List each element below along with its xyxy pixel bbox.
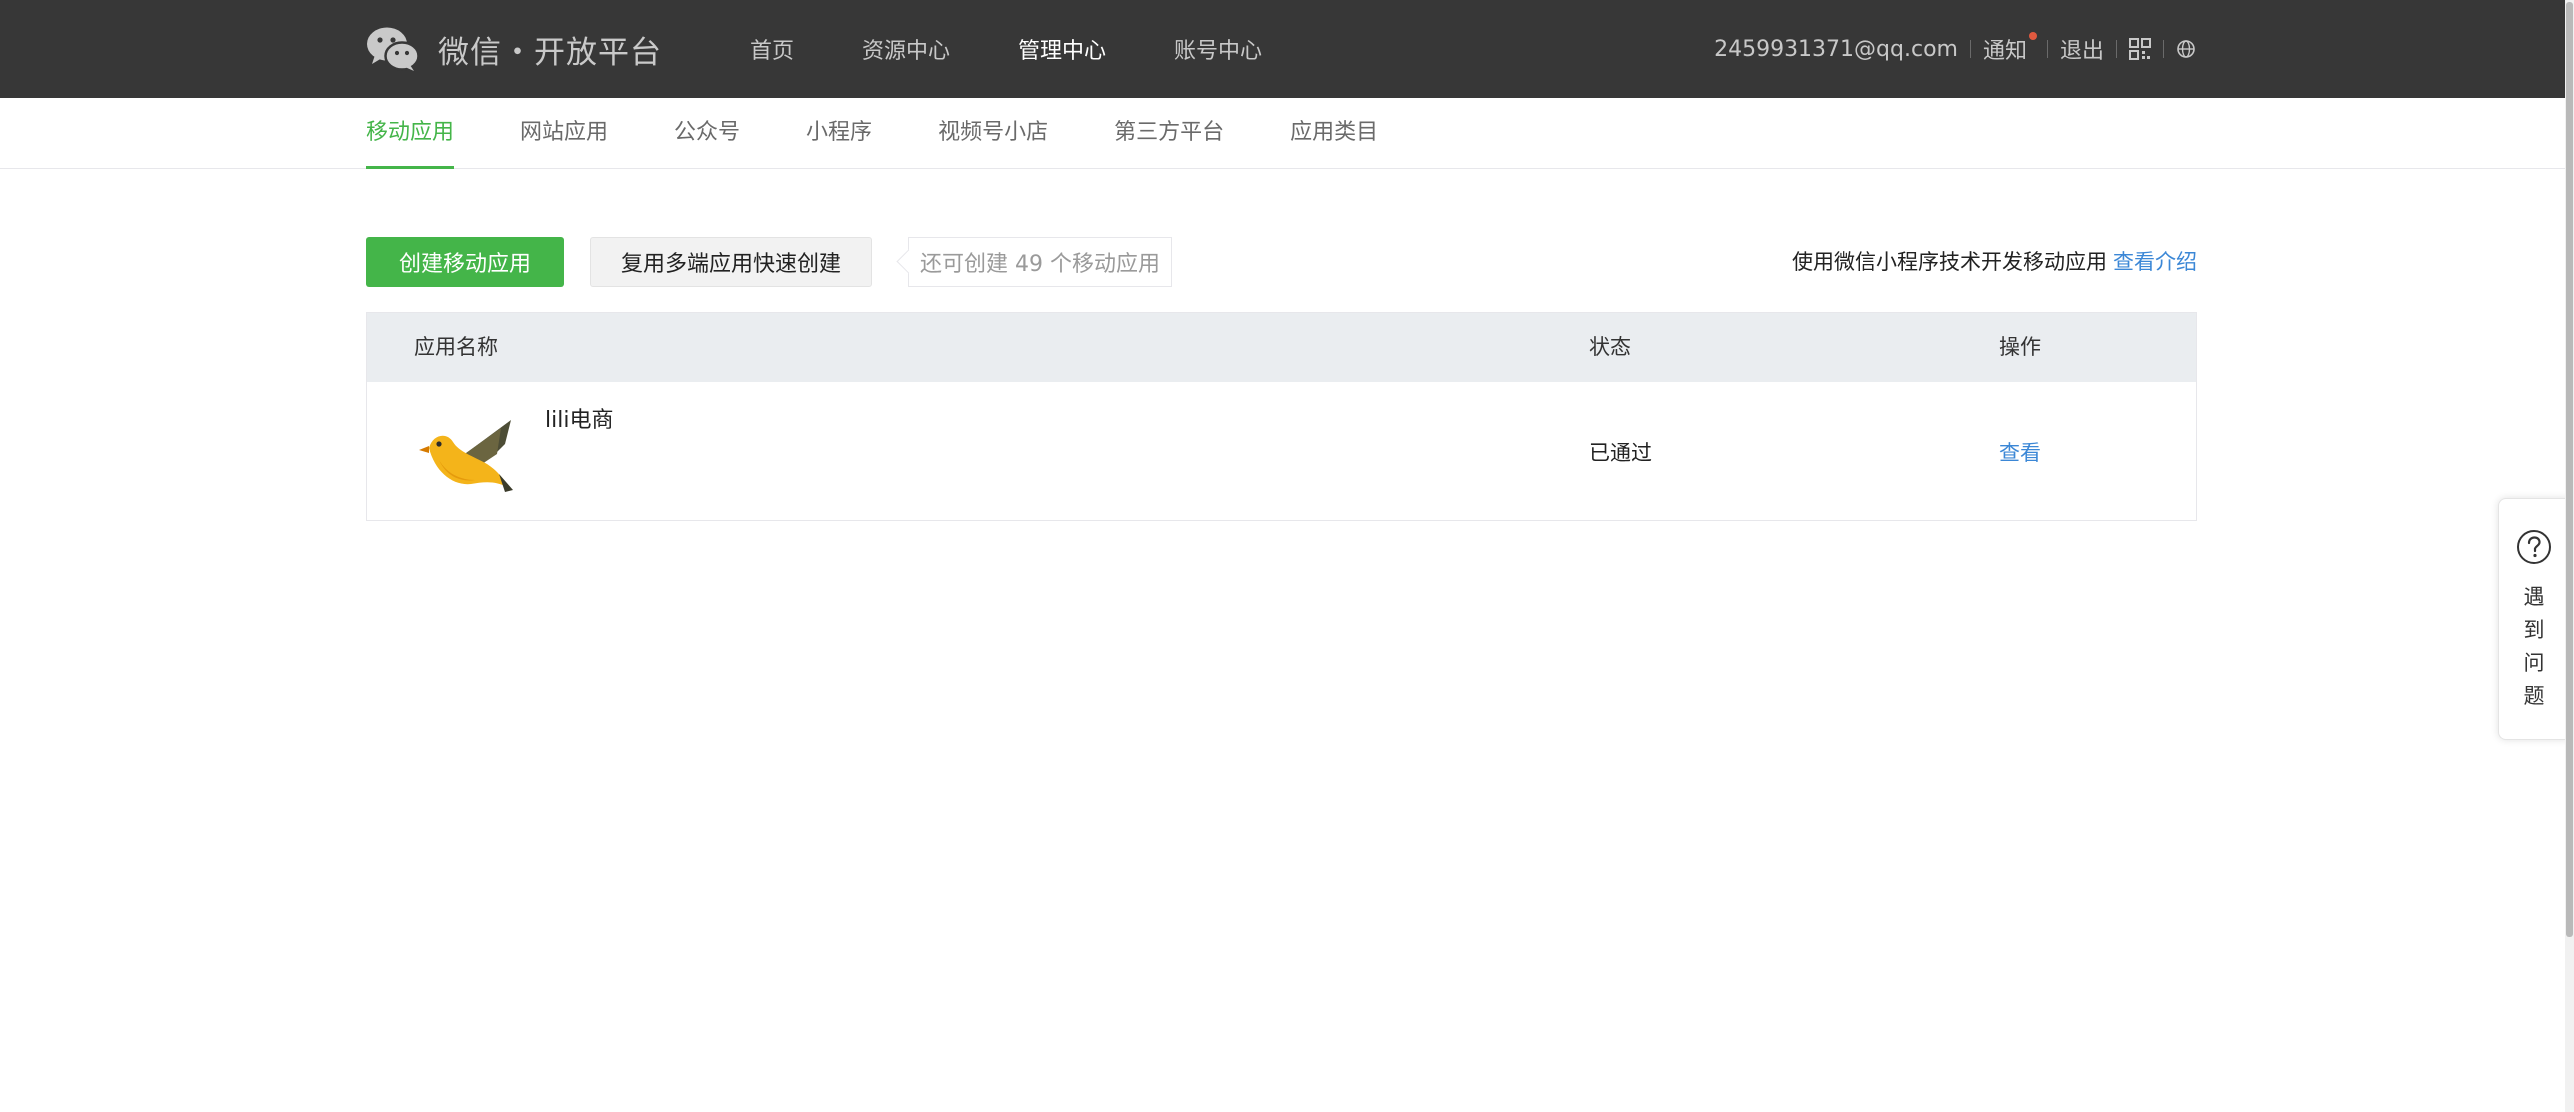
user-email[interactable]: 2459931371@qq.com: [1714, 37, 1958, 62]
help-char: 问: [2523, 651, 2545, 675]
quota-tip-text: 还可创建 49 个移动应用: [920, 252, 1160, 277]
tab-third-party[interactable]: 第三方平台: [1114, 98, 1224, 168]
notify-link[interactable]: 通知: [1982, 32, 2037, 65]
help-float-button[interactable]: 遇 到 问 题: [2498, 498, 2568, 740]
logo-text: 微信・开放平台: [438, 34, 662, 71]
logout-link[interactable]: 退出: [2060, 33, 2104, 65]
create-mobile-app-button[interactable]: 创建移动应用: [366, 237, 564, 287]
table-row: lili电商 已通过 查看: [367, 382, 2196, 520]
bird-icon: [419, 420, 513, 492]
tab-mini-programs[interactable]: 小程序: [806, 98, 872, 168]
top-nav: 首页 资源中心 管理中心 账号中心: [750, 0, 1330, 98]
help-char: 题: [2523, 684, 2545, 708]
scrollbar[interactable]: [2565, 0, 2574, 1112]
logo[interactable]: 微信・开放平台: [366, 24, 662, 74]
tab-app-categories[interactable]: 应用类目: [1290, 98, 1378, 168]
column-header-status: 状态: [1589, 335, 1631, 359]
app-status: 已通过: [1589, 441, 1652, 465]
divider: [2116, 40, 2117, 58]
top-nav-management[interactable]: 管理中心: [1018, 33, 1106, 65]
notify-dot-badge: [2028, 32, 2037, 40]
tab-channels-shop[interactable]: 视频号小店: [938, 98, 1048, 168]
help-char: 遇: [2523, 585, 2545, 609]
view-intro-link[interactable]: 查看介绍: [2113, 250, 2197, 274]
view-app-link[interactable]: 查看: [1999, 437, 2041, 467]
intro-text: 使用微信小程序技术开发移动应用: [1792, 250, 2107, 274]
notify-label: 通知: [1982, 39, 2027, 64]
top-header: 微信・开放平台 首页 资源中心 管理中心 账号中心 2459931371@qq.…: [0, 0, 2574, 98]
column-header-action: 操作: [1999, 335, 2041, 359]
column-header-name: 应用名称: [414, 335, 498, 359]
globe-icon[interactable]: [2176, 39, 2196, 59]
user-area: 2459931371@qq.com 通知 退出: [1714, 0, 2196, 98]
scrollbar-thumb[interactable]: [2566, 2, 2573, 937]
quota-tip: 还可创建 49 个移动应用: [908, 237, 1172, 287]
sub-nav-tabs: 移动应用 网站应用 公众号 小程序 视频号小店 第三方平台 应用类目: [366, 98, 1444, 169]
divider: [1969, 40, 1971, 58]
app-table: 应用名称 状态 操作 lili电商 已通过 查看: [366, 312, 2197, 521]
divider: [2046, 40, 2048, 58]
top-nav-home[interactable]: 首页: [750, 33, 794, 65]
divider: [2163, 40, 2164, 58]
help-text: 遇 到 问 题: [2521, 581, 2547, 713]
table-header: 应用名称 状态 操作: [367, 313, 2196, 382]
wechat-logo-icon: [367, 27, 420, 71]
tab-mobile-apps[interactable]: 移动应用: [366, 98, 455, 169]
question-circle-icon: [2517, 530, 2551, 564]
top-nav-account[interactable]: 账号中心: [1174, 33, 1262, 65]
tab-official-accounts[interactable]: 公众号: [674, 98, 740, 168]
mini-program-intro: 使用微信小程序技术开发移动应用 查看介绍: [1792, 246, 2197, 276]
app-name[interactable]: lili电商: [545, 402, 613, 434]
sub-nav: 移动应用 网站应用 公众号 小程序 视频号小店 第三方平台 应用类目: [0, 98, 2574, 169]
qrcode-icon[interactable]: [2129, 38, 2151, 60]
top-nav-resources[interactable]: 资源中心: [862, 33, 950, 65]
reuse-multi-app-button[interactable]: 复用多端应用快速创建: [590, 237, 872, 287]
help-char: 到: [2523, 618, 2545, 642]
tab-website-apps[interactable]: 网站应用: [520, 98, 608, 168]
